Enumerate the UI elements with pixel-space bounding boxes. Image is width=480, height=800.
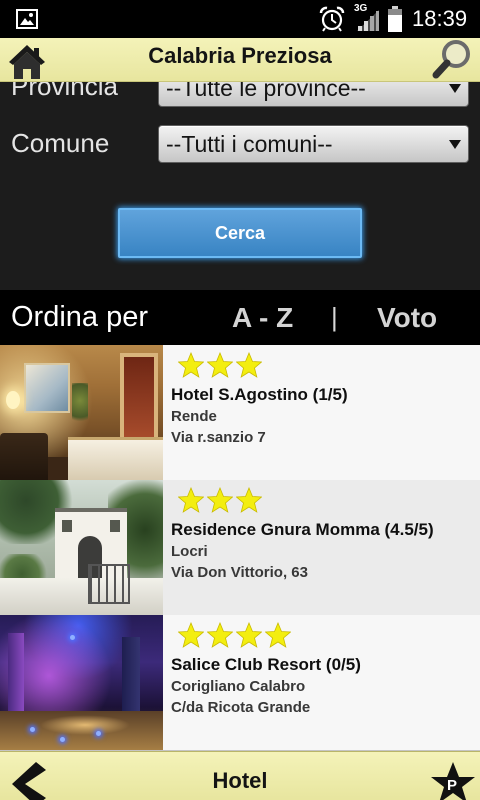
- hotel-photo: [0, 480, 163, 615]
- list-item[interactable]: Salice Club Resort (0/5) Corigliano Cala…: [0, 615, 480, 750]
- picture-icon: [16, 9, 38, 29]
- star-icon: [207, 352, 233, 378]
- page-title: Calabria Preziosa: [148, 43, 332, 68]
- hotel-address: C/da Ricota Grande: [171, 699, 311, 716]
- dropdown-arrow-icon: [449, 140, 461, 149]
- star-icon: [178, 622, 204, 648]
- photo-detail: [88, 564, 130, 604]
- photo-detail: [96, 731, 101, 736]
- search-button-label: Cerca: [214, 223, 266, 243]
- hotel-city: Locri: [171, 543, 208, 560]
- provincia-label: Provincia: [11, 82, 118, 101]
- hotel-city: Corigliano Calabro: [171, 678, 306, 695]
- hotel-list: Hotel S.Agostino (1/5) Rende Via r.sanzi…: [0, 345, 480, 751]
- star-icon: [236, 622, 262, 648]
- photo-detail: [6, 391, 20, 409]
- list-item[interactable]: Hotel S.Agostino (1/5) Rende Via r.sanzi…: [0, 345, 480, 480]
- sort-option-alphabetical[interactable]: A - Z: [232, 290, 293, 345]
- status-bar: 3G 18:39: [0, 0, 480, 38]
- star-icon: [207, 622, 233, 648]
- photo-detail: [60, 737, 65, 742]
- star-icon: [236, 487, 262, 513]
- comune-label: Comune: [11, 128, 110, 158]
- photo-detail: [72, 383, 88, 427]
- star-icon: [265, 622, 291, 648]
- photo-detail: [110, 520, 120, 532]
- comune-selected-value: --Tutti i comuni--: [166, 131, 333, 157]
- star-rating: [178, 352, 262, 378]
- sort-separator: |: [331, 302, 338, 332]
- hotel-address: Via Don Vittorio, 63: [171, 564, 308, 581]
- bottom-bar: Hotel P: [0, 751, 480, 800]
- star-badge-letter: P: [447, 777, 458, 794]
- star-icon: [207, 487, 233, 513]
- star-rating: [178, 487, 262, 513]
- star-icon: [178, 487, 204, 513]
- clock-time: 18:39: [412, 6, 468, 31]
- provincia-dropdown[interactable]: --Tutte le province--: [158, 82, 469, 107]
- photo-detail: [70, 635, 75, 640]
- alarm-clock-icon: [319, 6, 345, 32]
- hotel-name: Hotel S.Agostino (1/5): [171, 385, 348, 404]
- photo-detail: [120, 353, 158, 443]
- photo-detail: [0, 578, 163, 615]
- photo-detail: [30, 727, 35, 732]
- star-rating: [178, 622, 291, 648]
- search-button[interactable]: Cerca: [118, 208, 362, 258]
- comune-dropdown[interactable]: --Tutti i comuni--: [158, 125, 469, 163]
- sort-label: Ordina per: [11, 301, 149, 333]
- hotel-address: Via r.sanzio 7: [171, 429, 266, 446]
- provincia-selected-value: --Tutte le province--: [166, 82, 366, 101]
- section-title: Hotel: [212, 768, 268, 793]
- hotel-photo: [0, 345, 163, 480]
- list-item[interactable]: Residence Gnura Momma (4.5/5) Locri Via …: [0, 480, 480, 615]
- hotel-photo: [0, 615, 163, 750]
- sort-option-rating[interactable]: Voto: [377, 290, 437, 345]
- dropdown-arrow-icon: [449, 84, 461, 93]
- photo-detail: [24, 363, 70, 413]
- battery-icon: [388, 6, 402, 32]
- photo-detail: [68, 437, 163, 480]
- sort-bar: Ordina per A - Z | Voto: [0, 290, 480, 345]
- photo-detail: [0, 433, 48, 480]
- hotel-city: Rende: [171, 408, 217, 425]
- photo-detail: [62, 520, 72, 532]
- app-header: Calabria Preziosa: [0, 38, 480, 82]
- search-icon[interactable]: [430, 39, 474, 79]
- hotel-name: Residence Gnura Momma (4.5/5): [171, 520, 434, 539]
- star-icon: [178, 352, 204, 378]
- hotel-name: Salice Club Resort (0/5): [171, 655, 361, 674]
- filter-panel: Provincia --Tutte le province-- Comune -…: [0, 82, 480, 290]
- signal-icon: [357, 10, 379, 31]
- star-icon: [236, 352, 262, 378]
- photo-detail: [40, 715, 130, 735]
